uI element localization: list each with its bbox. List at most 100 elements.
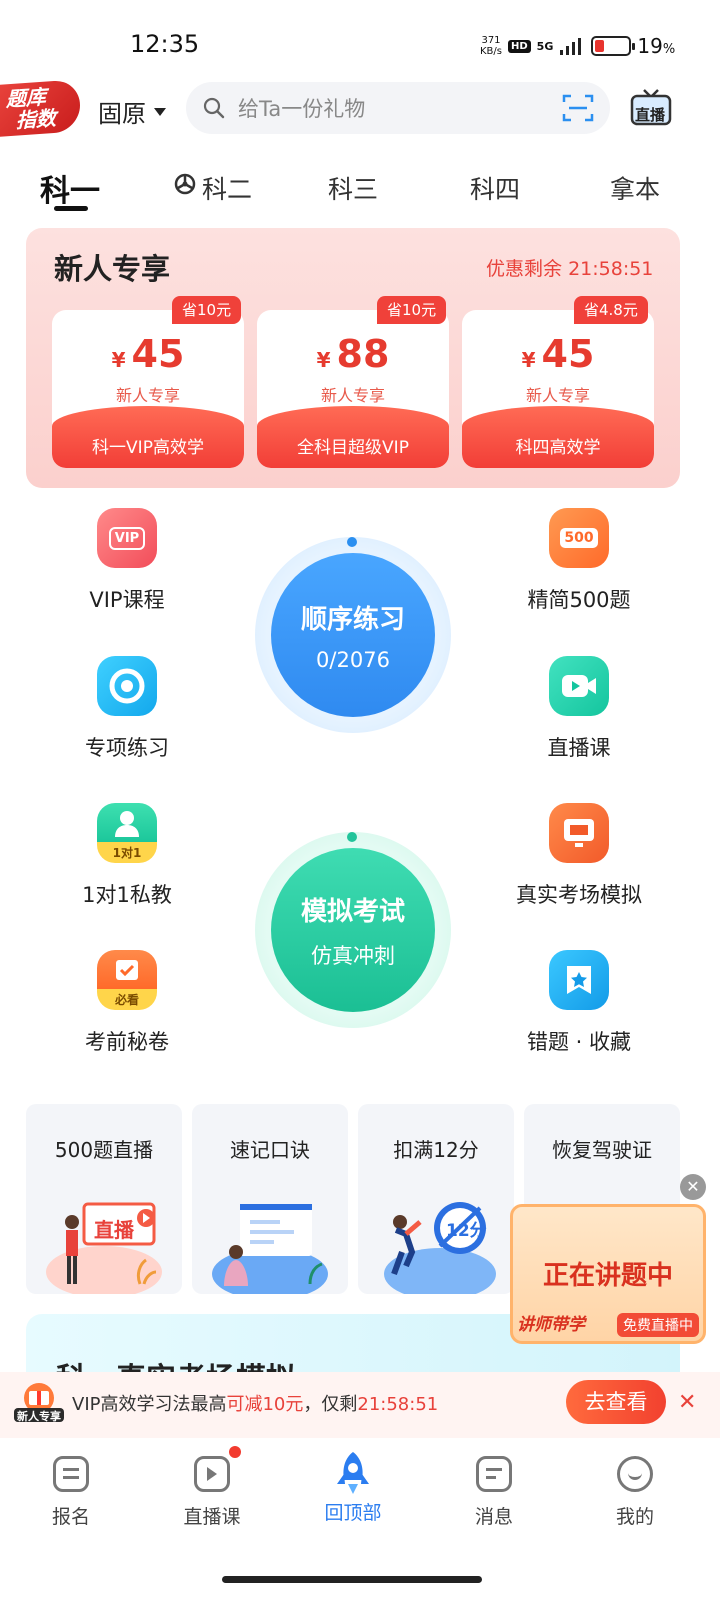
tab-naben[interactable]: 拿本 [610,170,660,206]
nav-item-messages[interactable]: 消息 [444,1450,544,1529]
coupon-card[interactable]: ¥45 新人专享 科一VIP高效学 [52,310,244,468]
coupon-save-tag: 省4.8元 [574,296,648,324]
grid-label: 精简500题 [527,588,631,612]
dropdown-arrow-icon [154,107,166,116]
nav-item-back-to-top[interactable]: 回顶部 [303,1450,403,1525]
battery-percent: 19% [637,34,676,58]
live-illustration: 直播 [44,1194,164,1294]
live-tv-label: 直播 [635,106,666,124]
home-indicator [222,1576,482,1583]
grid-item-wrong-favorites[interactable]: 错题 · 收藏 [499,950,659,1056]
grid-label: VIP课程 [89,588,165,612]
bookmark-star-icon [549,950,609,1010]
sequential-practice-button[interactable]: 顺序练习 0/2076 [255,537,451,733]
practice-title: 顺序练习 [300,604,405,635]
mnemonic-illustration [210,1194,330,1294]
float-live-left-tag: 讲师带学 [517,1315,585,1335]
rocket-icon [337,1452,369,1494]
12-points-illustration: 12分 [376,1194,496,1294]
grid-label: 错题 · 收藏 [526,1030,632,1054]
grid-item-secret-paper[interactable]: 必看 考前秘卷 [47,950,207,1056]
tab-ke1[interactable]: 科一 [40,166,100,210]
tab-ke3[interactable]: 科三 [328,170,378,206]
grid-item-special-practice[interactable]: 专项练习 [47,656,207,762]
tutor-icon: 1对1 [97,803,157,863]
nav-item-register[interactable]: 报名 [21,1450,121,1529]
grid-item-vip-course[interactable]: VIP VIP课程 [47,508,207,614]
coupon-save-tag: 省10元 [377,296,447,324]
mock-exam-button[interactable]: 模拟考试 仿真冲刺 [255,832,451,1028]
tab-ke4[interactable]: 科四 [470,170,520,206]
coupon-sub: 新人专享 [525,386,590,405]
grid-item-live-class[interactable]: 直播课 [499,656,659,762]
view-offer-button[interactable]: 去查看 [566,1380,666,1424]
feature-card-mnemonics[interactable]: 速记口诀 [192,1104,348,1294]
nav-label: 消息 [474,1506,513,1528]
live-tv-button[interactable]: 直播 [630,88,672,128]
new-user-title: 新人专享 [54,252,171,286]
float-live-right-tag: 免费直播中 [617,1313,699,1337]
live-art-label: 直播 [94,1218,134,1242]
coupon-save-tag: 省10元 [172,296,242,324]
progress-dot [347,832,357,842]
vip-icon: VIP [97,508,157,568]
mock-title: 模拟考试 [300,896,405,927]
grid-item-private-tutor[interactable]: 1对1 1对1私教 [47,803,207,909]
points-art-label: 12分 [446,1221,487,1241]
network-speed: 371 KB/s [480,35,502,57]
grid-label: 专项练习 [85,736,169,760]
feature-title: 扣满12分 [393,1138,479,1162]
nav-label: 回顶部 [324,1502,382,1524]
coupon-price: ¥88 [316,332,390,376]
city-label: 固原 [98,100,146,128]
monitor-icon [549,803,609,863]
coupon-price: ¥45 [521,332,595,376]
feature-card-12-points[interactable]: 扣满12分 12分 [358,1104,514,1294]
scan-icon[interactable] [562,93,594,123]
coupon-name: 科四高效学 [515,438,601,458]
target-icon [97,656,157,716]
nav-label: 直播课 [183,1506,241,1528]
nav-item-me[interactable]: 我的 [585,1450,685,1529]
close-icon[interactable]: ✕ [678,1390,696,1415]
search-bar[interactable]: 给Ta一份礼物 [186,82,610,134]
coupon-name: 全科目超级VIP [297,438,409,458]
steering-wheel-icon [174,173,196,199]
floating-live-widget[interactable]: 正在讲题中 讲师带学 免费直播中 [510,1204,706,1344]
message-icon [476,1456,512,1492]
practice-inner: 顺序练习 0/2076 [271,553,435,717]
register-icon [53,1456,89,1492]
signal-icon [560,38,582,55]
close-icon[interactable]: ✕ [680,1174,706,1200]
coupon-name: 科一VIP高效学 [92,438,204,458]
logo-line2: 指数 [16,105,56,133]
tiku-logo-badge[interactable]: 题库 指数 [0,79,80,137]
video-camera-icon [549,656,609,716]
search-placeholder: 给Ta一份礼物 [238,97,366,121]
mock-sub: 仿真冲刺 [311,943,395,968]
offer-countdown: 优惠剩余 21:58:51 [486,258,654,280]
grid-label: 直播课 [547,736,611,760]
grid-item-500-questions[interactable]: 500 精简500题 [499,508,659,614]
speed-unit: KB/s [480,46,502,57]
coupon-card[interactable]: ¥88 新人专享 全科目超级VIP [257,310,449,468]
coupon-card[interactable]: ¥45 新人专享 科四高效学 [462,310,654,468]
grid-label: 真实考场模拟 [516,883,642,907]
coupon-sub: 新人专享 [115,386,180,405]
500-icon: 500 [549,508,609,568]
coupon-price: ¥45 [111,332,185,376]
battery-icon [591,36,636,56]
nav-item-live[interactable]: 直播课 [162,1450,262,1529]
city-selector[interactable]: 固原 [98,94,166,129]
speed-value: 371 [481,35,501,46]
network-label: 5G [536,39,554,53]
tab-ke2[interactable]: 科二 [202,170,252,206]
nav-label: 我的 [615,1506,654,1528]
grid-item-real-exam[interactable]: 真实考场模拟 [499,803,659,909]
feature-card-500-live[interactable]: 500题直播 直播 [26,1104,182,1294]
grid-label: 1对1私教 [82,883,172,907]
progress-dot [347,537,357,547]
profile-icon [617,1456,653,1492]
coupon-sub: 新人专享 [320,386,385,405]
search-icon [203,97,225,119]
